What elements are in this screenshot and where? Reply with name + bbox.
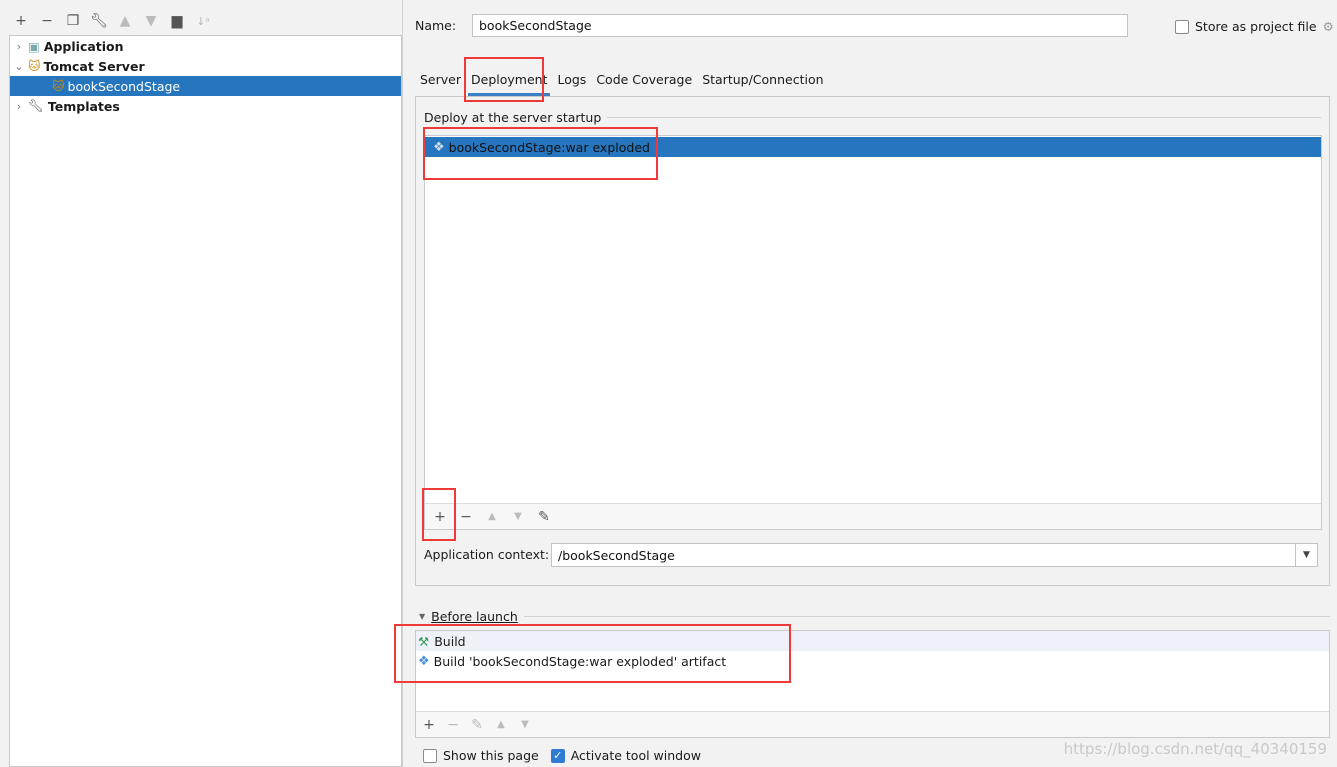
wrench-icon[interactable]: 🔧︎ <box>90 12 108 30</box>
hammer-icon: ⚒ <box>418 633 430 649</box>
before-launch-item[interactable]: ❖ Build 'bookSecondStage:war exploded' ar… <box>416 651 1329 671</box>
tab-bar: Server Deployment Logs Code Coverage Sta… <box>415 70 829 96</box>
new-folder-icon[interactable]: ▆ <box>168 12 186 30</box>
minus-icon[interactable]: − <box>38 12 56 30</box>
tab-logs[interactable]: Logs <box>552 70 591 96</box>
chevron-right-icon[interactable]: › <box>10 40 28 53</box>
app-context-combo[interactable]: ▼ <box>551 543 1318 567</box>
show-page-checkbox[interactable] <box>423 748 437 763</box>
tab-server[interactable]: Server <box>415 70 466 96</box>
arrow-up-icon[interactable]: ▲ <box>483 508 501 526</box>
splitter[interactable] <box>402 0 403 767</box>
activate-tool-window-checkbox[interactable]: ✓ <box>550 748 565 763</box>
tree-item-templates[interactable]: › 🔧︎ Templates <box>10 96 401 116</box>
copy-icon[interactable]: ❐ <box>64 12 82 30</box>
edit-icon[interactable]: ✎ <box>468 716 486 734</box>
tab-deployment[interactable]: Deployment <box>466 70 552 96</box>
dropdown-arrow-icon[interactable]: ▼ <box>1296 543 1318 567</box>
before-launch-list: ⚒ Build ❖ Build 'bookSecondStage:war explo… <box>415 630 1330 738</box>
bottom-options: Show this page ✓ Activate tool window <box>423 748 701 763</box>
deploy-toolbar: + − ▲ ▼ ✎ <box>425 503 1321 529</box>
configuration-tree: › ▣ Application ⌄ 🐱︎ Tomcat Server 🐱︎ bookSec… <box>9 35 402 767</box>
minus-icon[interactable]: − <box>444 716 462 734</box>
name-input[interactable] <box>472 14 1128 37</box>
app-context-label: Application context: <box>424 547 550 562</box>
tab-code-coverage[interactable]: Code Coverage <box>591 70 697 96</box>
chevron-down-icon[interactable]: ⌄ <box>10 60 28 73</box>
artifact-icon: ❖ <box>418 653 430 669</box>
left-toolbar: + − ❐ 🔧︎ ▲ ▼ ▆ ↓ᵃ <box>12 12 212 30</box>
gear-icon[interactable]: ⚙ <box>1323 19 1334 34</box>
app-context-input[interactable] <box>551 543 1296 567</box>
deploy-list: ❖ bookSecondStage:war exploded + − ▲ ▼ ✎ <box>424 135 1322 530</box>
sort-icon[interactable]: ↓ᵃ <box>194 12 212 30</box>
arrow-down-icon[interactable]: ▼ <box>516 716 534 734</box>
deploy-item[interactable]: ❖ bookSecondStage:war exploded <box>425 137 1321 157</box>
application-icon: ▣ <box>28 38 40 54</box>
arrow-up-icon[interactable]: ▲ <box>492 716 510 734</box>
tomcat-icon: 🐱︎ <box>52 79 65 93</box>
tree-item-tomcat-server[interactable]: ⌄ 🐱︎ Tomcat Server <box>10 56 401 76</box>
tree-item-application[interactable]: › ▣ Application <box>10 36 401 56</box>
arrow-up-icon[interactable]: ▲ <box>116 12 134 30</box>
checkbox[interactable] <box>1175 19 1189 34</box>
plus-icon[interactable]: + <box>12 12 30 30</box>
edit-icon[interactable]: ✎ <box>535 508 553 526</box>
chevron-right-icon[interactable]: › <box>10 100 28 113</box>
minus-icon[interactable]: − <box>457 508 475 526</box>
plus-icon[interactable]: + <box>431 508 449 526</box>
tree-item-booksecondstage[interactable]: 🐱︎ bookSecondStage <box>10 76 401 96</box>
plus-icon[interactable]: + <box>420 716 438 734</box>
before-launch-header[interactable]: ▼ Before launch <box>419 609 1330 624</box>
arrow-down-icon[interactable]: ▼ <box>509 508 527 526</box>
before-launch-item[interactable]: ⚒ Build <box>416 631 1329 651</box>
arrow-down-icon[interactable]: ▼ <box>142 12 160 30</box>
before-launch-toolbar: + − ✎ ▲ ▼ <box>416 711 1329 737</box>
store-project-checkbox[interactable]: Store as project file ⚙ <box>1175 19 1334 34</box>
wrench-icon: 🔧︎ <box>28 98 44 113</box>
artifact-icon: ❖ <box>433 139 445 155</box>
deploy-group-header: Deploy at the server startup <box>424 110 1321 125</box>
collapse-triangle-icon[interactable]: ▼ <box>419 612 425 621</box>
tab-startup-connection[interactable]: Startup/Connection <box>697 70 828 96</box>
tomcat-icon: 🐱︎ <box>28 59 41 73</box>
name-label: Name: <box>415 18 457 33</box>
watermark: https://blog.csdn.net/qq_40340159 <box>1063 740 1327 758</box>
